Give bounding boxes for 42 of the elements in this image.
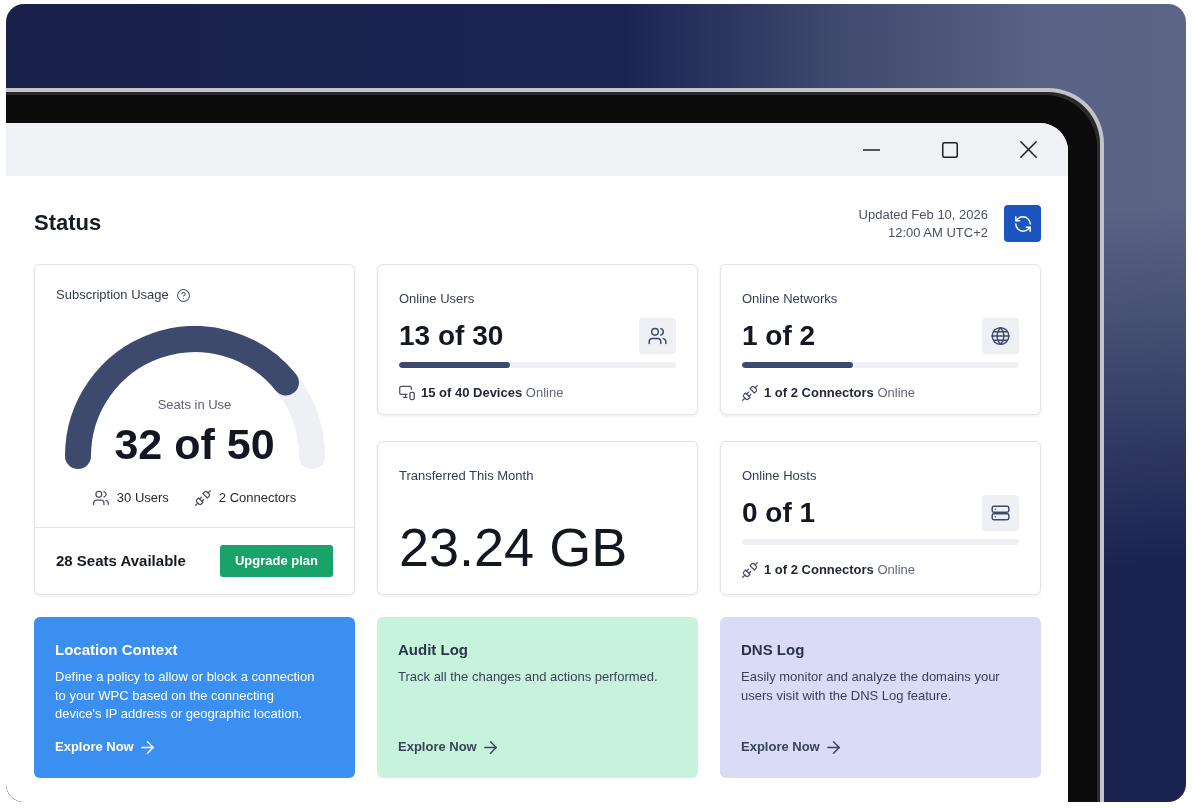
- gauge-value: 32 of 50: [114, 420, 275, 468]
- globe-icon: [982, 318, 1019, 354]
- gauge-label: Seats in Use: [157, 397, 232, 413]
- devices-icon: [399, 385, 415, 401]
- refresh-icon: [1014, 215, 1031, 232]
- status-text: 1 of 2 Connectors Online: [764, 561, 915, 579]
- status-text: 15 of 40 Devices Online: [421, 384, 564, 402]
- promo-title: DNS Log: [741, 640, 806, 660]
- promo-title: Audit Log: [398, 640, 469, 660]
- refresh-button[interactable]: [1004, 205, 1041, 242]
- server-icon: [982, 495, 1019, 531]
- promo-description: Easily monitor and analyze the domains your users visit with the DNS Log feature.: [741, 668, 1001, 705]
- card-title: Online Hosts: [742, 467, 817, 485]
- maximize-icon[interactable]: [942, 141, 958, 158]
- card-title: Transferred This Month: [399, 467, 534, 485]
- minimize-icon[interactable]: [863, 148, 880, 151]
- plug-icon: [742, 562, 758, 578]
- promo-title: Location Context: [55, 640, 179, 660]
- card-title: Online Networks: [742, 290, 838, 308]
- plug-icon: [194, 490, 211, 506]
- promo-description: Track all the changes and actions performed.: [398, 668, 659, 686]
- seats-available-text: 28 Seats Available: [56, 550, 186, 571]
- metric-value: 0 of 1: [742, 496, 816, 530]
- card-title: Online Users: [399, 290, 475, 308]
- explore-link[interactable]: Explore Now: [741, 738, 840, 756]
- help-icon[interactable]: [176, 288, 190, 302]
- metric-value: 1 of 2: [742, 319, 816, 353]
- promo-description: Define a policy to allow or block a connection to your WPC based on the connecting device's IP address or geographic location.: [55, 668, 316, 723]
- stat-text: 30 Users: [116, 489, 169, 507]
- explore-link[interactable]: Explore Now: [398, 738, 497, 756]
- status-text: 1 of 2 Connectors Online: [764, 384, 915, 402]
- plug-icon: [742, 385, 758, 401]
- users-icon: [92, 490, 109, 506]
- close-icon[interactable]: [1020, 141, 1037, 158]
- metric-value: 23.24 GB: [399, 516, 628, 578]
- users-icon: [639, 318, 676, 354]
- updated-timestamp: Updated Feb 10, 2026 12:00 AM UTC+2: [858, 205, 988, 242]
- metric-value: 13 of 30: [399, 319, 504, 353]
- card-title: Subscription Usage: [56, 286, 169, 304]
- page-title: Status: [34, 210, 102, 237]
- arrow-right-icon: [826, 740, 840, 754]
- stat-text: 2 Connectors: [218, 489, 297, 507]
